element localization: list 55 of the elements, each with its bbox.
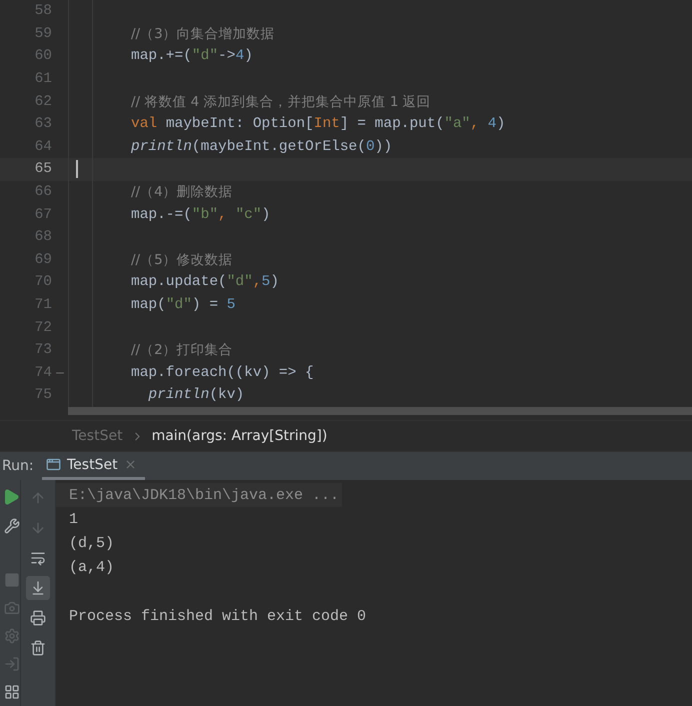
line-number: 66 bbox=[34, 184, 52, 200]
print-icon[interactable] bbox=[30, 610, 46, 626]
camera-icon[interactable] bbox=[4, 600, 20, 616]
console-line: Process finished with exit code 0 bbox=[68, 606, 368, 626]
run-label: Run: bbox=[2, 458, 35, 474]
console-line: (d,5) bbox=[68, 534, 116, 554]
code-line: val maybeInt: Option[Int] = map.put("a", 4) bbox=[131, 116, 506, 132]
code-line: map.foreach((kv) => { bbox=[131, 364, 314, 381]
code-line: println(maybeInt.getOrElse(0)) bbox=[131, 138, 392, 155]
line-number: 68 bbox=[34, 229, 52, 246]
scroll-to-end-icon bbox=[30, 580, 46, 596]
text-caret bbox=[76, 160, 78, 178]
wrap-icon[interactable] bbox=[30, 550, 46, 566]
line-number: 62 bbox=[34, 94, 52, 110]
breadcrumb-item[interactable]: main(args: Array[String]) bbox=[152, 428, 328, 444]
wrench-icon[interactable] bbox=[4, 518, 20, 534]
layout-icon[interactable] bbox=[4, 684, 20, 700]
line-number: 63 bbox=[34, 116, 52, 132]
scroll-to-end-button[interactable] bbox=[26, 576, 50, 600]
console-line: (a,4) bbox=[68, 558, 116, 578]
code-line: map.-=("b", "c") bbox=[131, 206, 270, 223]
code-line: map("d") = 5 bbox=[131, 297, 236, 314]
code-line: println(kv) bbox=[147, 387, 244, 404]
close-icon[interactable] bbox=[124, 458, 137, 471]
line-number: 74 bbox=[34, 364, 52, 381]
code-line: //（4）删除数据 bbox=[131, 183, 233, 202]
up-arrow-icon[interactable] bbox=[30, 490, 46, 506]
code-line: //（2）打印集合 bbox=[131, 341, 233, 360]
settings-icon[interactable] bbox=[4, 628, 20, 644]
line-number: 64 bbox=[34, 138, 52, 155]
line-number: 71 bbox=[34, 297, 52, 314]
line-number: 75 bbox=[34, 387, 52, 404]
line-number: 65 bbox=[34, 161, 52, 178]
line-number: 58 bbox=[34, 3, 52, 20]
line-number: 60 bbox=[34, 48, 52, 64]
line-number: 69 bbox=[34, 252, 52, 268]
play-icon[interactable] bbox=[2, 488, 20, 506]
line-number: 67 bbox=[34, 206, 52, 223]
window-icon bbox=[46, 457, 61, 472]
line-number: 70 bbox=[34, 274, 52, 290]
line-number: 72 bbox=[34, 320, 52, 336]
trash-icon[interactable] bbox=[30, 640, 46, 656]
line-number: 59 bbox=[34, 26, 52, 42]
code-line: map.update("d",5) bbox=[131, 274, 279, 290]
line-number: 73 bbox=[34, 342, 52, 358]
horizontal-scrollbar[interactable] bbox=[68, 406, 692, 415]
import-icon[interactable] bbox=[4, 656, 20, 672]
stop-icon[interactable] bbox=[4, 572, 20, 588]
code-line: // 将数值 4 添加到集合，并把集合中原值 1 返回 bbox=[131, 92, 431, 111]
code-line: //（5）修改数据 bbox=[131, 250, 233, 269]
code-line: //（3）向集合增加数据 bbox=[131, 24, 275, 43]
tab-label: TestSet bbox=[67, 456, 118, 472]
code-line: map.+=("d"->4) bbox=[131, 48, 253, 64]
line-number: 61 bbox=[34, 71, 52, 88]
console-line: 1 bbox=[68, 510, 80, 530]
